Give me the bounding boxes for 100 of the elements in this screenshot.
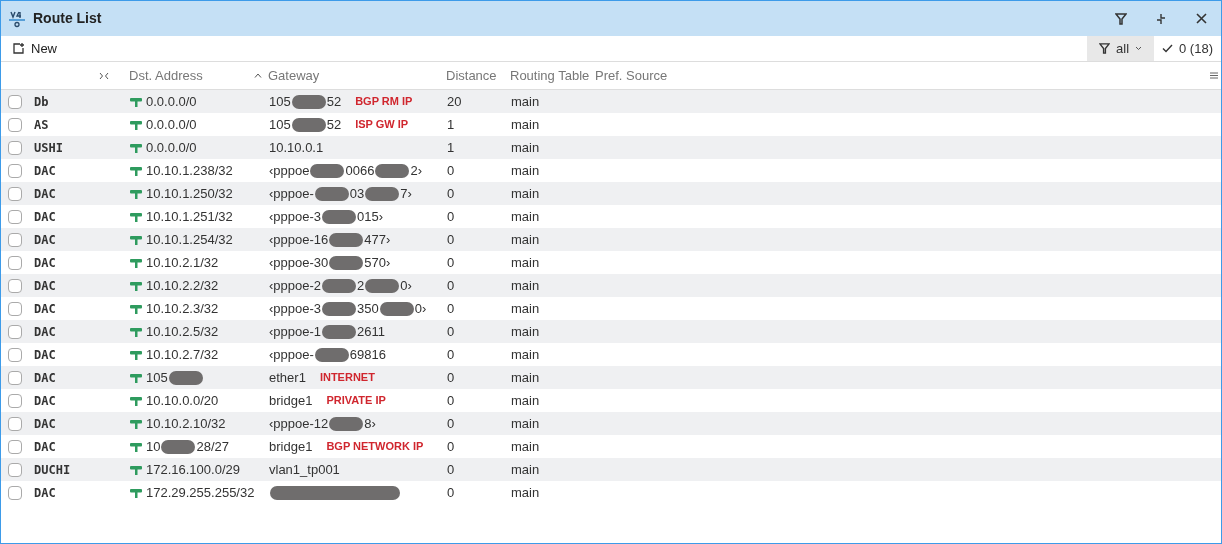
route-flags: DAC [34, 369, 57, 387]
caret-icon [1135, 46, 1143, 51]
cell-text: 105 [269, 92, 291, 111]
cell-text: 10.10.1.254/32 [146, 230, 233, 249]
selection-count[interactable]: 0 (18) [1154, 36, 1221, 61]
cell-text: 69816 [349, 345, 386, 364]
cell-text: ‹pppoe-3 [269, 207, 322, 226]
route-icon [130, 142, 142, 153]
redaction-mark [291, 94, 326, 109]
routing-table-cell-text: main [511, 460, 541, 479]
route-icon [130, 280, 142, 291]
cell-text: 2611 [357, 322, 385, 341]
row-checkbox[interactable] [8, 140, 22, 155]
redaction-mark [365, 186, 400, 201]
route-flags: DAC [34, 415, 57, 433]
route-icon [130, 234, 142, 245]
filter-dropdown[interactable]: all [1087, 36, 1155, 61]
cell-text: 015› [357, 207, 384, 226]
cell-text: 10.10.1.238/32 [146, 161, 233, 180]
route-flags: DAC [34, 231, 57, 249]
cell-text: 2 [357, 276, 365, 295]
route-flags: DAC [34, 323, 57, 341]
row-checkbox[interactable] [8, 485, 22, 500]
annotation-note: PRIVATE IP [326, 393, 386, 409]
redaction-mark [322, 324, 357, 339]
cell-text: ether1 [269, 368, 306, 387]
column-header[interactable]: Pref. Source [595, 65, 668, 86]
row-checkbox[interactable] [8, 255, 22, 270]
cell-text: 477› [364, 230, 391, 249]
column-header[interactable]: Dst. Address [129, 65, 203, 86]
ipv4-route-icon [9, 9, 25, 28]
route-flags: DAC [34, 162, 57, 180]
row-checkbox[interactable] [8, 439, 22, 454]
check-icon [1162, 44, 1174, 53]
cell-text: 10.10.2.5/32 [146, 322, 219, 341]
route-flags: DAC [34, 438, 57, 456]
route-icon [130, 257, 142, 268]
distance-cell-text: 1 [447, 115, 456, 134]
redaction-mark [291, 117, 326, 132]
route-icon [130, 188, 142, 199]
routing-table-cell-text: main [511, 115, 541, 134]
cell-text: 0.0.0.0/0 [146, 115, 197, 134]
annotation-note: BGP NETWORK IP [326, 439, 424, 455]
row-checkbox[interactable] [8, 186, 22, 201]
routing-table-cell-text: main [511, 483, 541, 502]
distance-cell-text: 0 [447, 253, 456, 272]
row-checkbox[interactable] [8, 324, 22, 339]
distance-cell-text: 20 [447, 92, 463, 111]
annotation-note: BGP RM IP [355, 94, 413, 110]
redaction-mark [375, 163, 410, 178]
route-flags: DAC [34, 208, 57, 226]
redaction-mark [314, 347, 349, 362]
route-icon [130, 303, 142, 314]
row-checkbox[interactable] [8, 232, 22, 247]
cell-text: ‹pppoe [269, 161, 310, 180]
row-checkbox[interactable] [8, 94, 22, 109]
row-checkbox[interactable] [8, 163, 22, 178]
cell-text: 03 [349, 184, 365, 203]
column-header[interactable]: Gateway [268, 65, 320, 86]
menu-icon[interactable] [1210, 72, 1218, 79]
new-button[interactable]: New [1, 36, 69, 61]
distance-cell-text: 0 [447, 460, 456, 479]
row-checkbox[interactable] [8, 301, 22, 316]
row-checkbox[interactable] [8, 117, 22, 132]
row-checkbox[interactable] [8, 278, 22, 293]
routing-table-cell-text: main [511, 299, 541, 318]
routing-table-cell-text: main [511, 391, 541, 410]
column-header[interactable]: Routing Table [510, 65, 590, 86]
row-checkbox[interactable] [8, 209, 22, 224]
distance-cell-text: 0 [447, 276, 456, 295]
cell-text: 10.10.0.1 [269, 138, 324, 157]
redaction-mark [322, 301, 357, 316]
row-checkbox[interactable] [8, 370, 22, 385]
cell-text: bridge1 [269, 437, 313, 456]
cell-text: vlan1_tp001 [269, 460, 340, 479]
routing-table-cell-text: main [511, 207, 541, 226]
route-flags: DAC [34, 185, 57, 203]
row-checkbox[interactable] [8, 416, 22, 431]
column-resize-icon[interactable] [99, 72, 109, 79]
route-flags: USHI [34, 139, 64, 157]
row-checkbox[interactable] [8, 347, 22, 362]
routing-table-cell-text: main [511, 368, 541, 387]
distance-cell-text: 0 [447, 322, 456, 341]
redaction-mark [322, 278, 357, 293]
route-icon [130, 441, 142, 452]
routing-table-cell-text: main [511, 437, 541, 456]
row-checkbox[interactable] [8, 393, 22, 408]
cell-text: 0.0.0.0/0 [146, 138, 197, 157]
route-flags: DAC [34, 300, 57, 318]
cell-text: 0› [414, 299, 427, 318]
redaction-mark [314, 186, 349, 201]
cell-text: 2› [410, 161, 422, 180]
cell-text: 28/27 [196, 437, 229, 456]
redaction-mark [379, 301, 414, 316]
cell-text: bridge1 [269, 391, 313, 410]
distance-cell-text: 0 [447, 483, 456, 502]
column-header[interactable]: Distance [446, 65, 497, 86]
cell-text: 105 [146, 368, 168, 387]
route-icon [130, 165, 142, 176]
row-checkbox[interactable] [8, 462, 22, 477]
